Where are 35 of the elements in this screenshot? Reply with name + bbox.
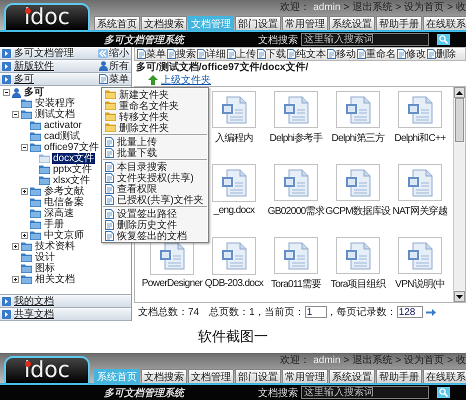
logo: idoc bbox=[4, 356, 90, 383]
file-name: Delphi第三方 bbox=[332, 132, 384, 145]
separator: > bbox=[447, 2, 453, 12]
separator: > bbox=[395, 354, 402, 366]
file-name: Tora项目组织 bbox=[330, 278, 386, 291]
caption: 软件截图一 bbox=[198, 328, 268, 346]
welcome-text: 欢迎： bbox=[280, 354, 310, 367]
file-name: Delphi和C++ bbox=[394, 132, 446, 145]
file-name: NAT网关穿越 bbox=[392, 204, 448, 218]
document-count: 文档总数：74 bbox=[138, 306, 200, 319]
file-name: Tora011需要 bbox=[271, 278, 321, 291]
separator: > bbox=[395, 2, 402, 12]
user-name: admin bbox=[313, 354, 340, 366]
separator: > bbox=[447, 354, 453, 366]
welcome-text: 欢迎： bbox=[280, 0, 310, 14]
file-name: QDB-203.docx bbox=[204, 278, 264, 289]
search-label: 文档搜索 bbox=[258, 34, 298, 46]
folder-path: 多可/测试文档/office97文件/docx文件/ bbox=[135, 61, 310, 74]
page-size-label: ，每页记录数： bbox=[326, 306, 397, 319]
separator: > bbox=[343, 354, 350, 366]
file-name: Delphi参考手 bbox=[270, 132, 322, 145]
file-name: GB02000需求 bbox=[268, 204, 324, 218]
app-title: 多可文档管理系统 bbox=[104, 386, 184, 400]
logo: idoc bbox=[4, 3, 90, 30]
file-name: 入编程内 bbox=[215, 132, 253, 145]
separator: > bbox=[343, 2, 350, 12]
file-name: PowerDesigner bbox=[142, 278, 202, 289]
search-label: 文档搜索 bbox=[258, 386, 298, 400]
file-name: VPN说明(中 bbox=[395, 278, 445, 291]
page-count: 总页数：1， bbox=[209, 306, 265, 319]
user-name: admin bbox=[313, 2, 340, 12]
file-name: _eng.docx bbox=[214, 205, 254, 216]
file-name: GCPM数据库设 bbox=[325, 204, 391, 218]
app-title: 多可文档管理系统 bbox=[104, 34, 184, 46]
page-label: 当前页： bbox=[264, 306, 305, 319]
